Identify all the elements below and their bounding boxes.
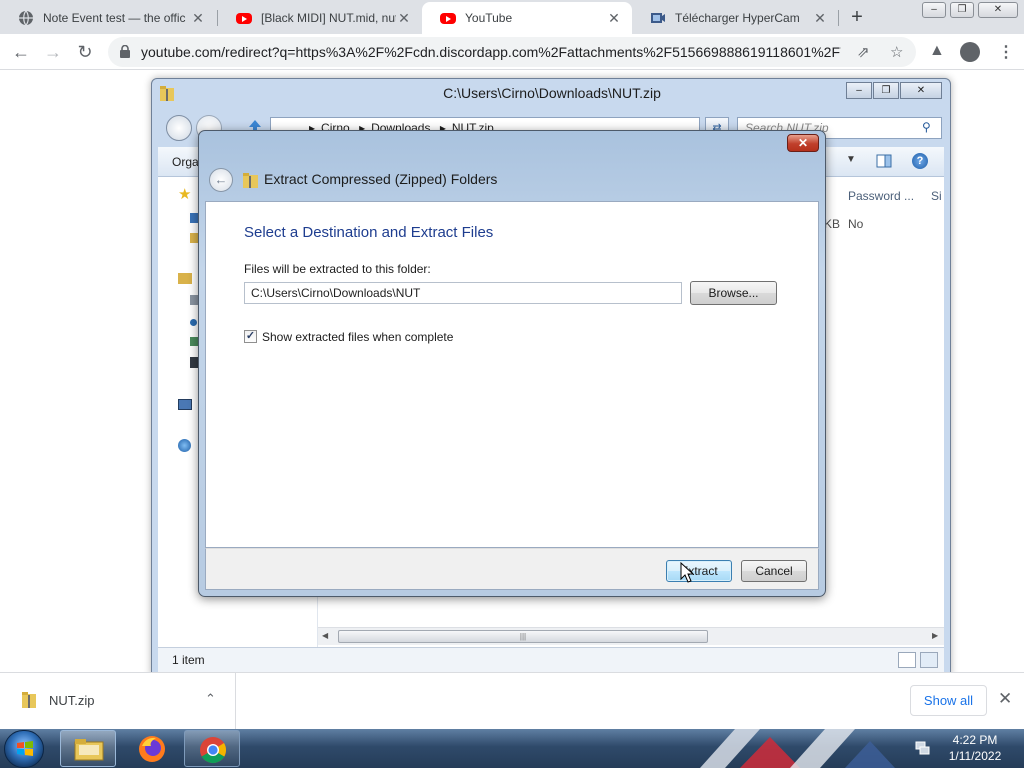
download-file-name: NUT.zip — [49, 693, 95, 708]
extensions-puzzle-icon[interactable]: ▲ — [929, 42, 945, 60]
window-close-button[interactable]: ✕ — [978, 2, 1018, 18]
show-all-button[interactable]: Show all — [910, 685, 987, 716]
network-icon[interactable] — [178, 439, 191, 452]
tab-close-icon[interactable]: ✕ — [606, 10, 622, 27]
wallpaper-art — [700, 729, 895, 768]
details-view-icon[interactable] — [898, 652, 916, 668]
preview-pane-icon[interactable] — [876, 153, 892, 169]
explorer-status-bar: 1 item — [158, 647, 944, 673]
explorer-close-button[interactable]: ✕ — [900, 82, 942, 99]
browser-tabstrip: Note Event test — the offic ✕ [Black MID… — [0, 0, 1024, 34]
download-item[interactable]: NUT.zip ⌃ — [0, 673, 236, 730]
firefox-icon — [139, 736, 165, 762]
dialog-footer: Extract Cancel — [205, 548, 819, 590]
youtube-icon — [236, 12, 252, 24]
forward-arrow-icon[interactable]: → — [41, 40, 65, 64]
reload-icon[interactable]: ↻ — [73, 40, 97, 64]
explorer-icon — [74, 739, 104, 761]
close-shelf-icon[interactable]: ✕ — [998, 689, 1012, 709]
youtube-icon — [440, 12, 456, 24]
favorites-star-icon[interactable]: ★ — [178, 185, 191, 203]
tab-close-icon[interactable]: ✕ — [396, 10, 412, 27]
address-bar[interactable]: youtube.com/redirect?q=https%3A%2F%2Fcdn… — [108, 37, 916, 67]
taskbar-explorer-button[interactable] — [60, 730, 116, 767]
tab-separator — [838, 10, 839, 26]
dialog-back-arrow-icon[interactable]: ← — [209, 168, 233, 192]
show-files-checkbox[interactable]: ✓ — [244, 330, 257, 343]
clock-date: 1/11/2022 — [948, 749, 1002, 763]
download-shelf: NUT.zip ⌃ Show all ✕ — [0, 672, 1024, 730]
tab-youtube[interactable]: YouTube ✕ — [422, 2, 632, 34]
tab-close-icon[interactable]: ✕ — [190, 10, 206, 27]
column-header-size[interactable]: Si — [931, 189, 942, 203]
extract-dialog: ✕ ← Extract Compressed (Zipped) Folders … — [198, 130, 826, 597]
destination-label: Files will be extracted to this folder: — [244, 262, 431, 276]
dialog-close-button[interactable]: ✕ — [787, 134, 819, 152]
tab-title: YouTube — [465, 11, 513, 25]
password-cell: No — [848, 217, 864, 231]
browser-toolbar: ← → ↻ youtube.com/redirect?q=https%3A%2F… — [0, 34, 1024, 70]
maximize-button[interactable]: ❐ — [950, 2, 974, 18]
search-icon: ⚲ — [922, 120, 931, 134]
explorer-title: C:\Users\Cirno\Downloads\NUT.zip — [443, 85, 661, 101]
taskbar-chrome-button[interactable] — [184, 730, 240, 767]
dialog-heading: Select a Destination and Extract Files — [244, 224, 494, 241]
explorer-maximize-button[interactable]: ❐ — [873, 82, 899, 99]
tab-note-event[interactable]: Note Event test — the offic ✕ — [0, 2, 216, 34]
new-tab-button[interactable]: + — [846, 6, 868, 28]
lock-icon — [120, 45, 130, 58]
destination-path-input[interactable]: C:\Users\Cirno\Downloads\NUT — [244, 282, 682, 304]
column-header-password[interactable]: Password ... — [848, 189, 914, 203]
scroll-left-arrow-icon[interactable]: ◀ — [322, 631, 328, 640]
zip-folder-icon — [243, 173, 258, 188]
explorer-minimize-button[interactable]: – — [846, 82, 872, 99]
chevron-up-icon[interactable]: ⌃ — [205, 691, 216, 707]
url-text: youtube.com/redirect?q=https%3A%2F%2Fcdn… — [141, 44, 841, 60]
clock-time: 4:22 PM — [952, 733, 998, 747]
profile-avatar-icon[interactable] — [960, 42, 980, 62]
zip-file-icon — [22, 692, 36, 708]
chrome-icon — [200, 737, 227, 764]
tab-title: Télécharger HyperCam — [675, 11, 800, 25]
dialog-header: ← Extract Compressed (Zipped) Folders — [205, 163, 819, 199]
network-tray-icon[interactable] — [914, 740, 930, 756]
hypercam-icon — [650, 10, 666, 26]
item-count: 1 item — [172, 653, 205, 667]
music-icon[interactable] — [190, 319, 197, 326]
scroll-right-arrow-icon[interactable]: ▶ — [932, 631, 938, 640]
taskbar-firefox-button[interactable] — [124, 730, 180, 767]
mouse-cursor-icon — [680, 562, 694, 583]
tab-title: Note Event test — the offic — [43, 11, 186, 25]
dialog-content: Select a Destination and Extract Files F… — [205, 201, 819, 548]
share-icon[interactable]: ⇗ — [857, 43, 870, 61]
horizontal-scrollbar[interactable]: ◀ ||| ▶ — [318, 627, 944, 645]
back-arrow-icon[interactable]: ← — [9, 40, 33, 64]
views-dropdown-icon[interactable]: ▼ — [846, 154, 856, 165]
windows-logo-icon — [17, 741, 33, 756]
extract-button[interactable]: Extract — [666, 560, 732, 582]
explorer-back-button[interactable] — [166, 115, 192, 141]
large-icons-view-icon[interactable] — [920, 652, 938, 668]
organize-button[interactable]: Orga — [172, 155, 199, 169]
minimize-button[interactable]: – — [922, 2, 946, 18]
cancel-button[interactable]: Cancel — [741, 560, 807, 582]
system-clock[interactable]: 4:22 PM 1/11/2022 — [940, 732, 1010, 764]
tab-close-icon[interactable]: ✕ — [812, 10, 828, 27]
help-icon[interactable]: ? — [912, 153, 928, 169]
file-size-cell: KB — [824, 217, 841, 231]
windows-taskbar: 4:22 PM 1/11/2022 — [0, 729, 1024, 768]
dialog-title: Extract Compressed (Zipped) Folders — [264, 171, 498, 187]
start-button[interactable] — [4, 730, 44, 768]
tab-title: [Black MIDI] NUT.mid, nut. — [261, 11, 396, 25]
bookmark-star-icon[interactable]: ☆ — [890, 43, 903, 61]
tab-hypercam[interactable]: Télécharger HyperCam ✕ — [632, 2, 838, 34]
scrollbar-thumb[interactable]: ||| — [338, 630, 708, 643]
browse-button[interactable]: Browse... — [690, 281, 777, 305]
globe-icon — [18, 10, 34, 26]
libraries-icon[interactable] — [178, 273, 192, 284]
computer-icon[interactable] — [178, 399, 192, 410]
tab-black-midi[interactable]: [Black MIDI] NUT.mid, nut. ✕ — [218, 2, 422, 34]
show-files-label[interactable]: Show extracted files when complete — [262, 330, 453, 344]
menu-kebab-icon[interactable]: ⋮ — [998, 42, 1014, 62]
